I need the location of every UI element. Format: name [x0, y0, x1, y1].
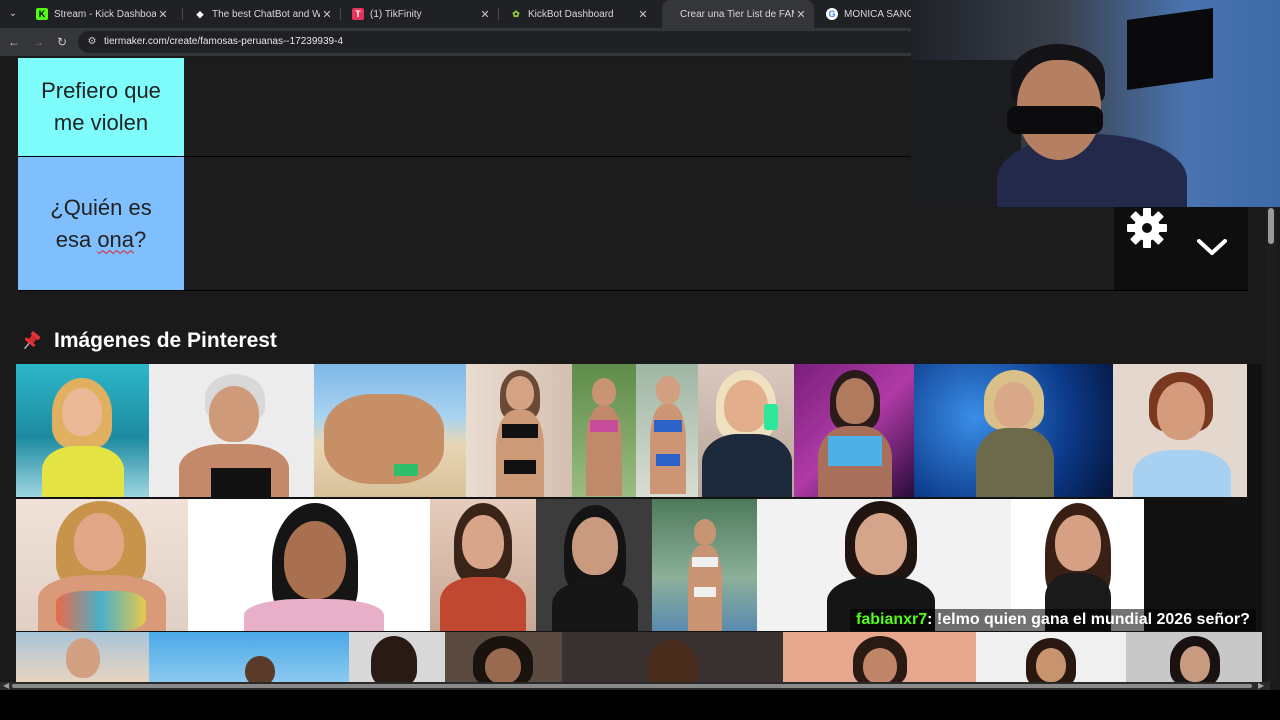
chat-text: : !elmo quien gana el mundial 2026 señor… [927, 611, 1250, 628]
tab-kick-dashboard[interactable]: K Stream - Kick Dashboard ✕ [26, 0, 176, 28]
image-thumbnail[interactable] [562, 632, 783, 682]
section-title: Imágenes de Pinterest [54, 329, 277, 352]
tab-title: MONICA SANCHEZ - [844, 8, 911, 20]
tier-label-suffix: ? [134, 226, 147, 252]
image-thumbnail[interactable] [536, 499, 652, 631]
pinterest-header: Imágenes de Pinterest [20, 326, 277, 356]
image-thumbnail[interactable] [572, 364, 636, 497]
image-thumbnail[interactable] [149, 632, 349, 682]
tikfinity-favicon-icon: T [352, 8, 364, 20]
tab-title: (1) TikFinity [370, 8, 422, 20]
webcam-overlay [911, 0, 1280, 207]
image-thumbnail[interactable] [1126, 632, 1262, 682]
horizontal-scrollbar[interactable]: ◀ ▶ [0, 681, 1270, 690]
back-arrow-icon[interactable]: ← [6, 34, 22, 50]
close-icon[interactable]: ✕ [478, 8, 492, 21]
kickbot-favicon-icon: ✿ [512, 9, 520, 19]
image-thumbnail[interactable] [16, 364, 149, 497]
image-thumbnail[interactable] [698, 364, 794, 497]
image-thumbnail[interactable] [783, 632, 976, 682]
tab-divider [340, 8, 341, 20]
image-thumbnail[interactable] [652, 499, 757, 631]
tab-search-icon[interactable]: ⌄ [4, 5, 22, 23]
misspelled-word: ona [97, 226, 135, 252]
image-thumbnail[interactable] [914, 364, 1113, 497]
image-thumbnail[interactable] [188, 499, 430, 631]
image-thumbnail[interactable] [16, 499, 188, 631]
kick-favicon-icon: K [36, 8, 48, 20]
image-thumbnail[interactable] [349, 632, 445, 682]
image-thumbnail[interactable] [636, 364, 698, 497]
tiermaker-favicon-icon [670, 8, 674, 20]
tab-title: The best ChatBot and Widgets [212, 8, 320, 20]
image-thumbnail[interactable] [794, 364, 914, 497]
chatbot-favicon-icon: ◆ [196, 9, 204, 19]
bottom-black-bar [0, 690, 1280, 720]
tab-monica-sanchez[interactable]: G MONICA SANCHEZ - [816, 0, 911, 28]
tab-chatbot-widgets[interactable]: ◆ The best ChatBot and Widgets ✕ [184, 0, 340, 28]
tab-divider [182, 8, 183, 20]
horizontal-scroll-thumb[interactable] [12, 684, 1252, 688]
image-thumbnail[interactable] [314, 364, 466, 497]
reload-icon[interactable]: ↻ [54, 34, 70, 50]
close-icon[interactable]: ✕ [156, 8, 170, 21]
pushpin-icon [24, 331, 41, 350]
scroll-left-icon[interactable]: ◀ [3, 681, 9, 690]
forward-arrow-icon[interactable]: → [30, 34, 46, 50]
gear-icon[interactable] [1124, 205, 1170, 251]
tab-divider [498, 8, 499, 20]
tab-tiermaker-active[interactable]: Crear una Tier List de FAMOSAS ✕ [662, 0, 814, 28]
close-icon[interactable]: ✕ [320, 8, 334, 21]
pinterest-image-grid [16, 364, 1262, 682]
address-bar[interactable]: ⚙ tiermaker.com/create/famosas-peruanas-… [78, 31, 918, 53]
image-thumbnail[interactable] [149, 364, 314, 497]
url-text: tiermaker.com/create/famosas-peruanas--1… [104, 36, 344, 47]
site-info-icon[interactable]: ⚙ [86, 36, 98, 48]
close-icon[interactable]: ✕ [794, 8, 808, 21]
chat-message: fabianxr7: !elmo quien gana el mundial 2… [850, 609, 1256, 631]
tab-kickbot-dashboard[interactable]: ✿ KickBot Dashboard ✕ [500, 0, 656, 28]
google-favicon-icon: G [826, 8, 838, 20]
close-icon[interactable]: ✕ [636, 8, 650, 21]
tier-label-text: Prefiero que me violen [41, 78, 161, 135]
tier-label-text: ¿Quién es esa ona? [31, 192, 171, 256]
image-thumbnail[interactable] [16, 632, 149, 682]
image-thumbnail[interactable] [976, 632, 1126, 682]
tab-title: Crear una Tier List de FAMOSAS [680, 8, 794, 20]
chat-username: fabianxr7 [856, 611, 928, 628]
image-thumbnail[interactable] [445, 632, 562, 682]
tab-title: Stream - Kick Dashboard [54, 8, 156, 20]
image-thumbnail[interactable] [466, 364, 572, 497]
tab-title: KickBot Dashboard [528, 8, 614, 20]
tab-tikfinity[interactable]: T (1) TikFinity ✕ [342, 0, 498, 28]
image-thumbnail[interactable] [430, 499, 536, 631]
image-thumbnail[interactable] [1113, 364, 1247, 497]
tier-label[interactable]: Prefiero que me violen [18, 58, 184, 156]
chevron-down-icon[interactable] [1196, 237, 1228, 257]
vertical-scroll-thumb[interactable] [1268, 208, 1274, 244]
scroll-right-icon[interactable]: ▶ [1258, 681, 1264, 690]
tier-label[interactable]: ¿Quién es esa ona? [18, 157, 184, 290]
